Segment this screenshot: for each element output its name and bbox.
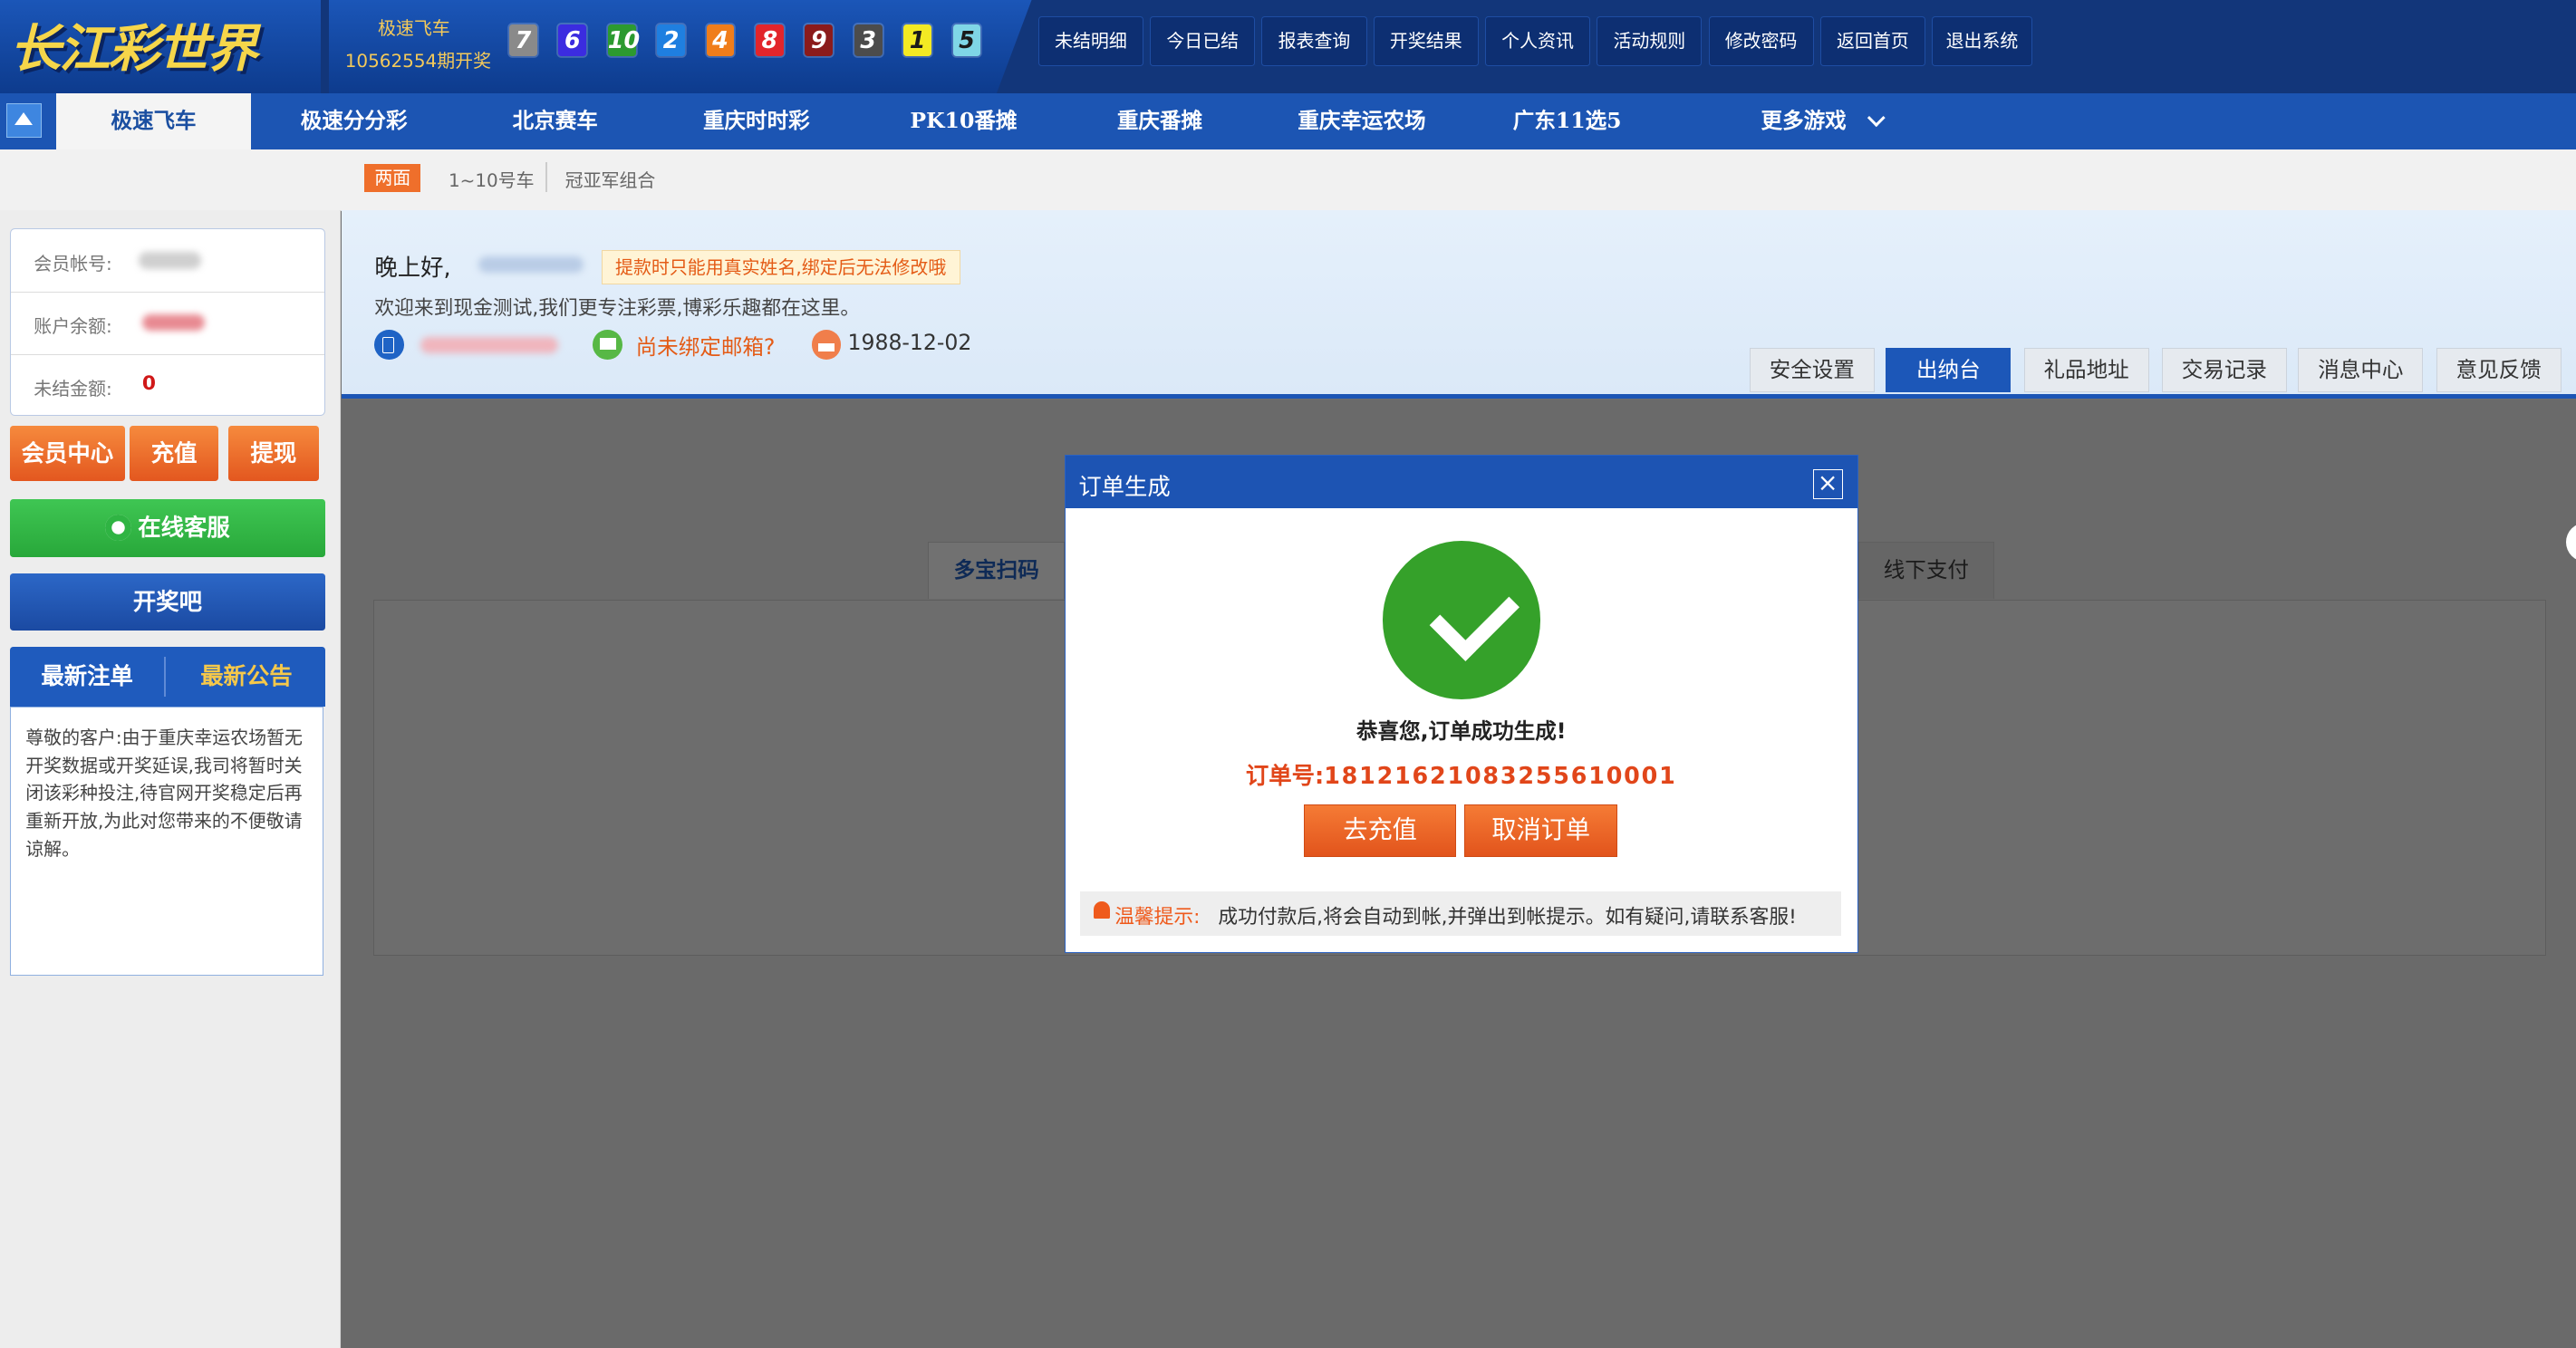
success-check-icon	[1382, 541, 1540, 699]
subtab-active[interactable]: 两面	[364, 164, 421, 193]
welcome-intro: 欢迎来到现金测试,我们更专注彩票,博彩乐趣都在这里。	[374, 296, 861, 320]
go-recharge-button[interactable]: 去充值	[1303, 804, 1457, 857]
draw-ball: 8	[755, 24, 784, 56]
game-tab[interactable]: 北京赛车	[513, 93, 598, 149]
draw-ball: 1	[903, 24, 931, 56]
greeting: 晚上好,	[374, 253, 451, 281]
payment-tab-qrcode[interactable]: 多宝扫码	[928, 542, 1065, 599]
birthday: 1988-12-02	[847, 330, 972, 356]
order-modal: 订单生成 × 恭喜您,订单成功生成! 订单号:18121621083255610…	[1064, 455, 1858, 953]
notice-text: 尊敬的客户:由于重庆幸运农场暂无开奖数据或开奖延误,我司将暂时关闭该彩种投注,待…	[25, 726, 303, 861]
draw-ball: 9	[805, 24, 834, 56]
account-tab[interactable]: 意见反馈	[2436, 348, 2562, 393]
tip-box: 温馨提示: 成功付款后,将会自动到帐,并弹出到帐提示。如有疑问,请联系客服!	[1080, 891, 1841, 936]
top-nav-item[interactable]: 报表查询	[1261, 16, 1367, 66]
game-tab[interactable]: 重庆番摊	[1117, 93, 1202, 149]
draw-issue-number: 10562554期开奖	[344, 49, 492, 72]
top-nav-item[interactable]: 活动规则	[1597, 16, 1703, 66]
modal-header: 订单生成 ×	[1065, 456, 1857, 509]
order-number-label: 订单号:	[1245, 761, 1325, 789]
top-nav-item[interactable]: 修改密码	[1708, 16, 1814, 66]
realname-warning: 提款时只能用真实姓名,绑定后无法修改哦	[601, 249, 960, 284]
top-nav-item[interactable]: 今日已结	[1150, 16, 1256, 66]
collapse-up-icon[interactable]	[6, 103, 42, 139]
recharge-button[interactable]: 充值	[130, 425, 219, 482]
draw-ball: 4	[706, 24, 735, 56]
order-number-line: 订单号:1812162108325561000​1	[1066, 758, 1857, 791]
draw-ball: 10	[607, 24, 640, 56]
balance-value-redacted	[141, 314, 205, 332]
tab-latest-bets[interactable]: 最新注单	[10, 647, 164, 706]
game-tab[interactable]: 极速分分彩	[301, 93, 408, 149]
draw-ball: 2	[657, 24, 685, 56]
tab-latest-notice[interactable]: 最新公告	[168, 647, 325, 706]
payment-tab-offline[interactable]: 线下支付	[1857, 542, 1995, 599]
check-mark	[1429, 571, 1520, 662]
draw-ball: 7	[509, 24, 537, 56]
online-service-button[interactable]: 在线客服	[9, 499, 325, 557]
account-value-redacted	[139, 252, 202, 269]
balance-row: 账户余额:	[10, 292, 325, 355]
draw-ball: 3	[854, 24, 883, 56]
account-tab[interactable]: 礼品地址	[2023, 348, 2149, 393]
site-logo[interactable]: 长江彩世界	[10, 8, 258, 82]
top-nav-item[interactable]: 个人资讯	[1484, 16, 1591, 66]
unsettled-label: 未结金额:	[34, 377, 112, 400]
game-tab[interactable]: PK10番摊	[910, 93, 1017, 149]
notice-panel: 尊敬的客户:由于重庆幸运农场暂无开奖数据或开奖延误,我司将暂时关闭该彩种投注,待…	[9, 706, 324, 977]
cake-icon	[811, 330, 842, 361]
cancel-order-button[interactable]: 取消订单	[1464, 804, 1618, 857]
withdraw-button[interactable]: 提现	[228, 425, 319, 482]
account-tab[interactable]: 出纳台	[1886, 348, 2012, 393]
kaijiangba-button[interactable]: 开奖吧	[9, 573, 325, 631]
account-row: 会员帐号:	[10, 229, 325, 293]
bind-email-link[interactable]: 尚未绑定邮箱?	[636, 330, 776, 361]
order-number: 1812162108325561000​1	[1324, 761, 1677, 789]
headset-icon	[105, 514, 132, 541]
account-info-box: 会员帐号: 账户余额: 未结金额: 0	[9, 228, 326, 417]
unsettled-value: 0	[141, 371, 157, 395]
draw-ball: 6	[558, 24, 587, 56]
email-icon	[593, 330, 623, 361]
success-message: 恭喜您,订单成功生成!	[1356, 717, 1567, 744]
subtab-cars[interactable]: 1~10号车	[449, 166, 535, 192]
draw-ball: 5	[952, 24, 981, 56]
modal-title: 订单生成	[1078, 472, 1171, 500]
game-tab[interactable]: 重庆时时彩	[703, 93, 810, 149]
online-service-label: 在线客服	[138, 514, 230, 542]
top-nav-item[interactable]: 未结明细	[1037, 16, 1144, 66]
more-games-label: 更多游戏	[1761, 108, 1847, 134]
account-label: 会员帐号:	[34, 252, 112, 274]
account-tab[interactable]: 交易记录	[2161, 348, 2287, 393]
game-tab-active[interactable]: 极速飞车	[55, 93, 252, 149]
game-tab[interactable]: 重庆幸运农场	[1298, 93, 1425, 149]
top-nav-item[interactable]: 开奖结果	[1373, 16, 1479, 66]
close-icon[interactable]: ×	[1812, 468, 1843, 499]
more-games-dropdown[interactable]: 更多游戏	[1761, 93, 1886, 149]
top-nav-item[interactable]: 退出系统	[1932, 16, 2032, 66]
username-redacted	[478, 255, 584, 273]
draw-game-name: 极速飞车	[377, 16, 450, 39]
game-tab[interactable]: 广东11选5	[1513, 93, 1622, 149]
top-nav-item[interactable]: 返回首页	[1819, 16, 1925, 66]
bell-icon	[1093, 900, 1110, 920]
subtab-divider	[545, 162, 547, 193]
subtab-combo[interactable]: 冠亚军组合	[565, 166, 656, 192]
account-tab[interactable]: 消息中心	[2298, 348, 2424, 393]
notice-tabs: 最新注单 最新公告	[9, 647, 325, 707]
account-tab[interactable]: 安全设置	[1749, 348, 1875, 393]
member-center-button[interactable]: 会员中心	[9, 425, 125, 482]
unsettled-row: 未结金额: 0	[11, 354, 324, 417]
phone-redacted	[420, 336, 559, 353]
tip-label: 温馨提示:	[1114, 905, 1201, 929]
tip-text: 成功付款后,将会自动到帐,并弹出到帐提示。如有疑问,请联系客服!	[1218, 905, 1797, 929]
tab-divider	[164, 657, 167, 697]
balance-label: 账户余额:	[34, 314, 112, 337]
phone-icon	[374, 330, 404, 361]
